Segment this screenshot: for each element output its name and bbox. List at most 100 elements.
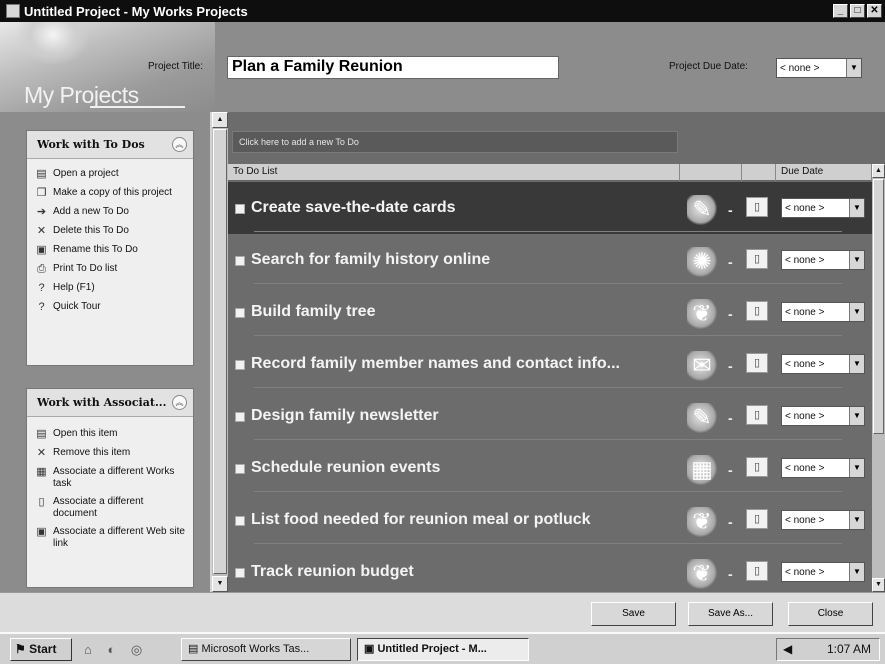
todo-row[interactable]: Search for family history online ✺ - ▯ < non… [228, 234, 872, 286]
association-separator: - [728, 462, 733, 478]
task-link-help[interactable]: ? Help (F1) [27, 279, 193, 298]
todo-due-date-select[interactable]: < none > ▼ [781, 198, 865, 218]
minimize-button[interactable]: _ [833, 4, 848, 18]
dropdown-arrow-icon[interactable]: ▼ [849, 251, 864, 269]
scroll-down-arrow-icon[interactable]: ▼ [872, 578, 885, 592]
maximize-button[interactable]: □ [850, 4, 865, 18]
dropdown-arrow-icon[interactable]: ▼ [849, 303, 864, 321]
task-link-document[interactable]: ▯ Associate a different document [27, 493, 193, 523]
add-new-todo-field[interactable]: Click here to add a new To Do [232, 131, 678, 153]
project-due-date-select[interactable]: < none > ▼ [776, 58, 862, 78]
associated-document-icon[interactable]: ▯ [746, 405, 768, 425]
associated-document-icon[interactable]: ▯ [746, 457, 768, 477]
todo-title[interactable]: List food needed for reunion meal or pot… [251, 511, 591, 529]
task-pane-scrollbar[interactable]: ▲ ▼ [212, 112, 228, 592]
task-link-add-arrow[interactable]: ➔ Add a new To Do [27, 203, 193, 222]
task-link-rename[interactable]: ▣ Rename this To Do [27, 241, 193, 260]
todo-due-date-select[interactable]: < none > ▼ [781, 406, 865, 426]
tree-icon[interactable]: ❦ [687, 299, 717, 329]
todo-checkbox[interactable] [235, 256, 245, 266]
associated-document-icon[interactable]: ▯ [746, 197, 768, 217]
todo-row[interactable]: List food needed for reunion meal or pot… [228, 494, 872, 546]
task-link-works-task[interactable]: ▦ Associate a different Works task [27, 463, 193, 493]
dropdown-arrow-icon[interactable]: ▼ [849, 199, 864, 217]
associated-document-icon[interactable]: ▯ [746, 561, 768, 581]
dropdown-arrow-icon[interactable]: ▼ [849, 563, 864, 581]
todo-title[interactable]: Search for family history online [251, 251, 490, 269]
todo-title[interactable]: Record family member names and contact i… [251, 355, 620, 373]
associated-document-icon[interactable]: ▯ [746, 353, 768, 373]
calendar-icon[interactable]: ▦ [687, 455, 717, 485]
document-icon: ▯ [38, 496, 45, 508]
task-link-open-item[interactable]: ▤ Open this item [27, 425, 193, 444]
task-link-open-project[interactable]: ▤ Open a project [27, 165, 193, 184]
close-button[interactable]: Close [788, 602, 873, 626]
food-icon[interactable]: ❦ [687, 507, 717, 537]
close-window-button[interactable]: ✕ [867, 4, 882, 18]
dropdown-arrow-icon[interactable]: ▼ [849, 511, 864, 529]
save-as-button[interactable]: Save As... [688, 602, 773, 626]
todo-row[interactable]: Track reunion budget ❦ - ▯ < none > ▼ [228, 546, 872, 592]
due-date-column[interactable]: Due Date [776, 164, 872, 181]
scroll-down-arrow-icon[interactable]: ▼ [212, 576, 228, 592]
contacts-icon[interactable]: ✉ [687, 351, 717, 381]
dropdown-arrow-icon[interactable]: ▼ [849, 355, 864, 373]
task-link-delete-x[interactable]: ✕ Delete this To Do [27, 222, 193, 241]
associated-document-icon[interactable]: ▯ [746, 249, 768, 269]
newsletter-icon[interactable]: ✎ [687, 403, 717, 433]
todo-row[interactable]: Design family newsletter ✎ - ▯ < none > ▼ [228, 390, 872, 442]
dropdown-arrow-icon[interactable]: ▼ [846, 59, 861, 77]
task-link-web-link[interactable]: ▣ Associate a different Web site link [27, 523, 193, 553]
task-link-tour[interactable]: ? Quick Tour [27, 298, 193, 317]
icon-column[interactable] [680, 164, 742, 181]
todo-due-date-select[interactable]: < none > ▼ [781, 302, 865, 322]
card-icon[interactable]: ✎ [687, 195, 717, 225]
task-link-print[interactable]: ⎙ Print To Do list [27, 260, 193, 279]
start-button[interactable]: ⚑ Start [10, 638, 72, 661]
todo-row[interactable]: Schedule reunion events ▦ - ▯ < none > ▼ [228, 442, 872, 494]
todo-title[interactable]: Track reunion budget [251, 563, 414, 581]
todo-checkbox[interactable] [235, 464, 245, 474]
collapse-chevron-icon[interactable]: ︽ [172, 395, 187, 410]
todo-due-date-select[interactable]: < none > ▼ [781, 250, 865, 270]
todo-due-date-select[interactable]: < none > ▼ [781, 354, 865, 374]
save-button[interactable]: Save [591, 602, 676, 626]
todo-due-date-select[interactable]: < none > ▼ [781, 510, 865, 530]
dropdown-arrow-icon[interactable]: ▼ [849, 459, 864, 477]
scroll-up-arrow-icon[interactable]: ▲ [212, 112, 228, 128]
collapse-chevron-icon[interactable]: ︽ [172, 137, 187, 152]
todo-title[interactable]: Schedule reunion events [251, 459, 440, 477]
scroll-up-arrow-icon[interactable]: ▲ [872, 164, 885, 178]
todo-row[interactable]: Record family member names and contact i… [228, 338, 872, 390]
project-title-input[interactable]: Plan a Family Reunion [227, 56, 559, 79]
todo-row[interactable]: Build family tree ❦ - ▯ < none > ▼ [228, 286, 872, 338]
taskbar-item-works-task-launcher[interactable]: ▤ Microsoft Works Tas... [181, 638, 351, 661]
taskbar-item-untitled-project[interactable]: ▣ Untitled Project - M... [357, 638, 529, 661]
todo-due-date-select[interactable]: < none > ▼ [781, 562, 865, 582]
todo-list-scrollbar[interactable]: ▲ ▼ [872, 164, 885, 592]
quick-launch-icons[interactable]: ⌂ ◐ ◎ [84, 642, 148, 658]
todo-row[interactable]: Create save-the-date cards ✎ - ▯ < none > ▼ [228, 182, 872, 234]
task-link-remove-x[interactable]: ✕ Remove this item [27, 444, 193, 463]
todo-due-date-select[interactable]: < none > ▼ [781, 458, 865, 478]
todo-checkbox[interactable] [235, 516, 245, 526]
associated-document-icon[interactable]: ▯ [746, 509, 768, 529]
todo-list-column[interactable]: To Do List [228, 164, 680, 181]
doc-column[interactable] [742, 164, 776, 181]
speaker-icon[interactable]: ◀ [783, 642, 792, 656]
globe-photo-icon[interactable]: ✺ [687, 247, 717, 277]
task-link-copy[interactable]: ❐ Make a copy of this project [27, 184, 193, 203]
todo-title[interactable]: Design family newsletter [251, 407, 439, 425]
associated-document-icon[interactable]: ▯ [746, 301, 768, 321]
todo-checkbox[interactable] [235, 568, 245, 578]
budget-icon[interactable]: ❦ [687, 559, 717, 589]
todo-title[interactable]: Build family tree [251, 303, 375, 321]
scroll-thumb[interactable] [873, 179, 884, 434]
todo-checkbox[interactable] [235, 308, 245, 318]
todo-checkbox[interactable] [235, 360, 245, 370]
scroll-thumb[interactable] [213, 129, 227, 574]
dropdown-arrow-icon[interactable]: ▼ [849, 407, 864, 425]
todo-title[interactable]: Create save-the-date cards [251, 199, 456, 217]
todo-checkbox[interactable] [235, 412, 245, 422]
todo-checkbox[interactable] [235, 204, 245, 214]
